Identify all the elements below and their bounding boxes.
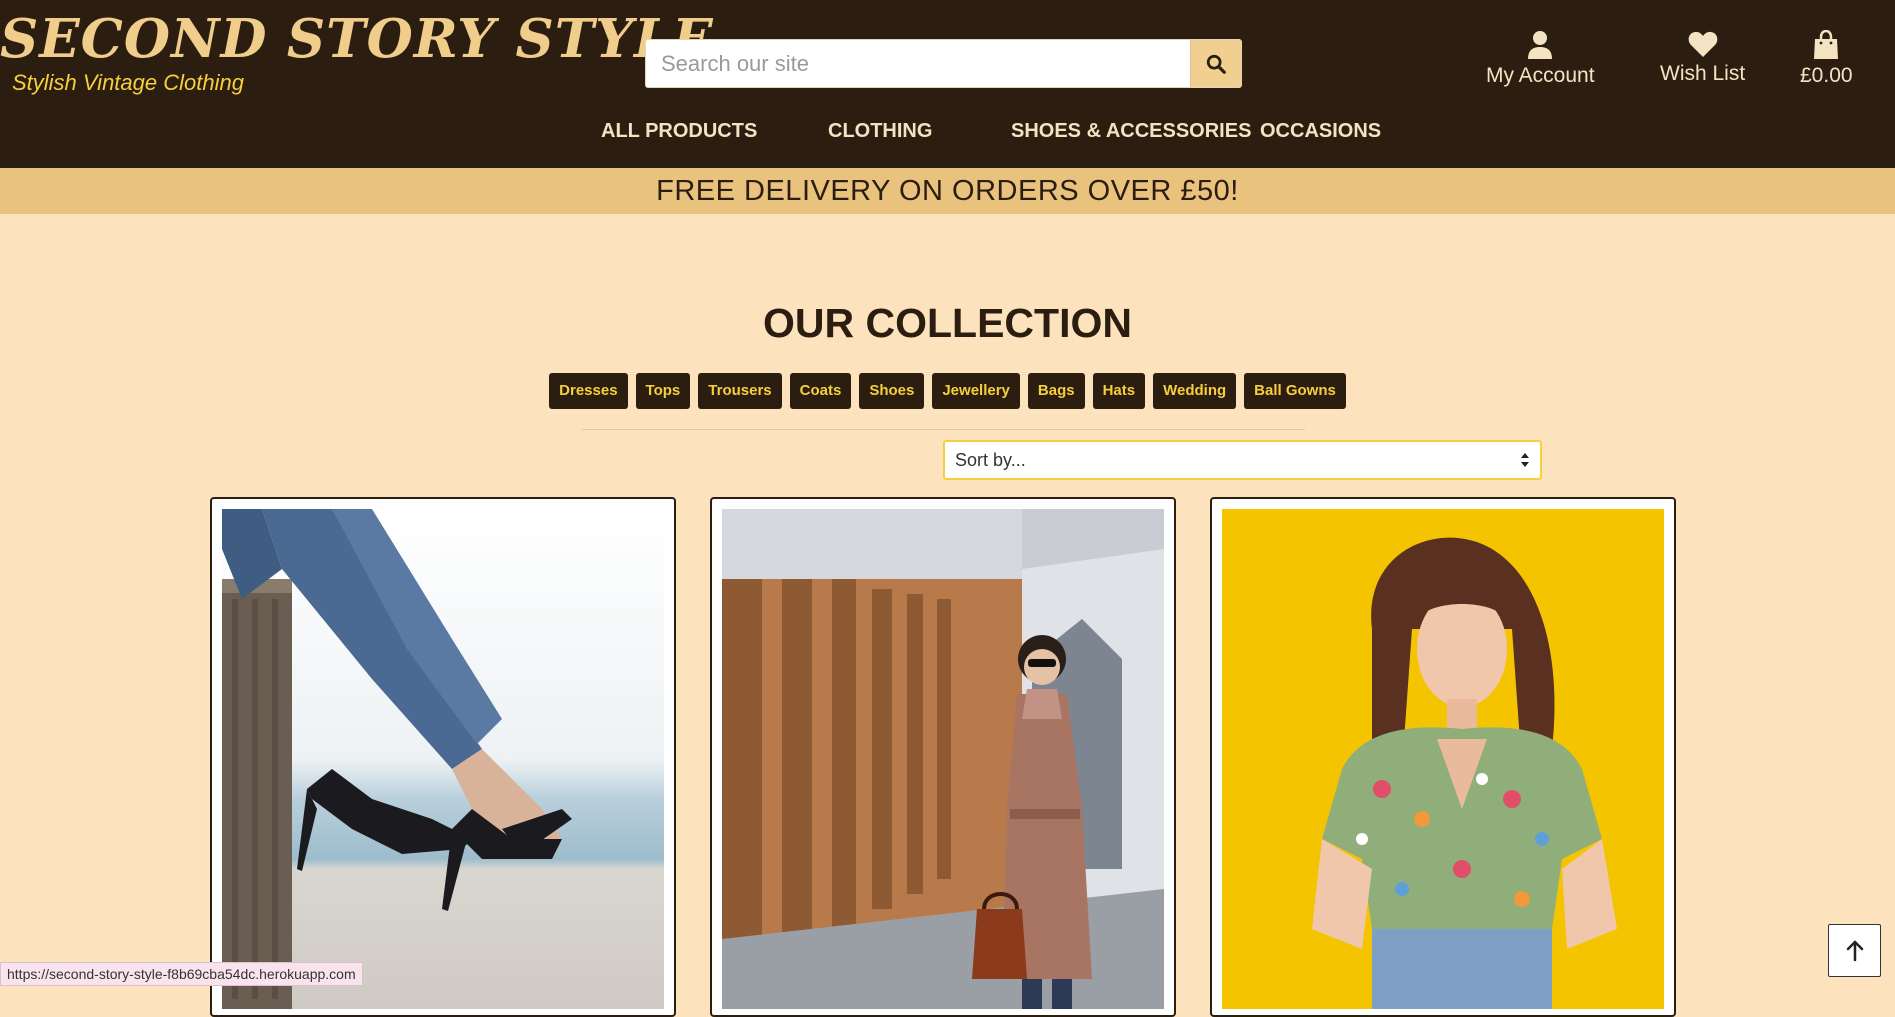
my-account-label: My Account	[1486, 64, 1595, 87]
sort-arrows-icon	[1521, 453, 1529, 467]
nav-all-products[interactable]: ALL PRODUCTS	[601, 120, 757, 143]
user-icon	[1528, 31, 1553, 59]
site-header: SECOND STORY STYLE Stylish Vintage Cloth…	[0, 0, 1895, 168]
my-account-link[interactable]: My Account	[1486, 30, 1595, 88]
category-shoes[interactable]: Shoes	[859, 373, 925, 409]
category-wedding[interactable]: Wedding	[1153, 373, 1237, 409]
back-to-top-button[interactable]	[1828, 924, 1881, 977]
sort-select[interactable]: Sort by...	[943, 440, 1542, 480]
brand-logo[interactable]: SECOND STORY STYLE	[0, 8, 714, 70]
arrow-up-icon	[1846, 940, 1863, 961]
search-input[interactable]	[646, 40, 1191, 87]
divider	[582, 429, 1305, 430]
product-image-floral-top[interactable]	[1222, 509, 1664, 1009]
category-bags[interactable]: Bags	[1027, 373, 1085, 409]
category-hats[interactable]: Hats	[1092, 373, 1146, 409]
search-icon	[1206, 54, 1226, 74]
page-title: OUR COLLECTION	[763, 300, 1132, 346]
brand-tagline: Stylish Vintage Clothing	[12, 70, 244, 95]
cart-link[interactable]: £0.00	[1800, 30, 1853, 88]
sort-selected-value: Sort by...	[955, 449, 1026, 470]
category-dresses[interactable]: Dresses	[549, 373, 628, 409]
product-card[interactable]	[710, 497, 1176, 1017]
category-tops[interactable]: Tops	[635, 373, 691, 409]
wish-list-link[interactable]: Wish List	[1660, 30, 1745, 86]
category-filters: Dresses Tops Trousers Coats Shoes Jewell…	[0, 373, 1895, 409]
wish-list-label: Wish List	[1660, 62, 1746, 85]
search-button[interactable]	[1190, 40, 1241, 87]
shopping-bag-icon	[1814, 30, 1839, 59]
promo-banner: FREE DELIVERY ON ORDERS OVER £50!	[0, 168, 1895, 214]
product-card[interactable]	[210, 497, 676, 1017]
product-image-heels[interactable]	[222, 509, 664, 1009]
status-bar-url: https://second-story-style-f8b69cba54dc.…	[0, 962, 363, 986]
cart-total: £0.00	[1800, 64, 1853, 87]
category-ball-gowns[interactable]: Ball Gowns	[1244, 373, 1346, 409]
category-jewellery[interactable]: Jewellery	[932, 373, 1020, 409]
category-trousers[interactable]: Trousers	[698, 373, 782, 409]
search-bar	[645, 39, 1242, 88]
category-coats[interactable]: Coats	[789, 373, 852, 409]
nav-clothing[interactable]: CLOTHING	[828, 120, 932, 143]
nav-shoes-accessories[interactable]: SHOES & ACCESSORIES	[1011, 120, 1251, 143]
nav-occasions[interactable]: OCCASIONS	[1260, 120, 1381, 143]
heart-icon	[1688, 31, 1717, 57]
product-image-coat[interactable]	[722, 509, 1164, 1009]
product-card[interactable]	[1210, 497, 1676, 1017]
